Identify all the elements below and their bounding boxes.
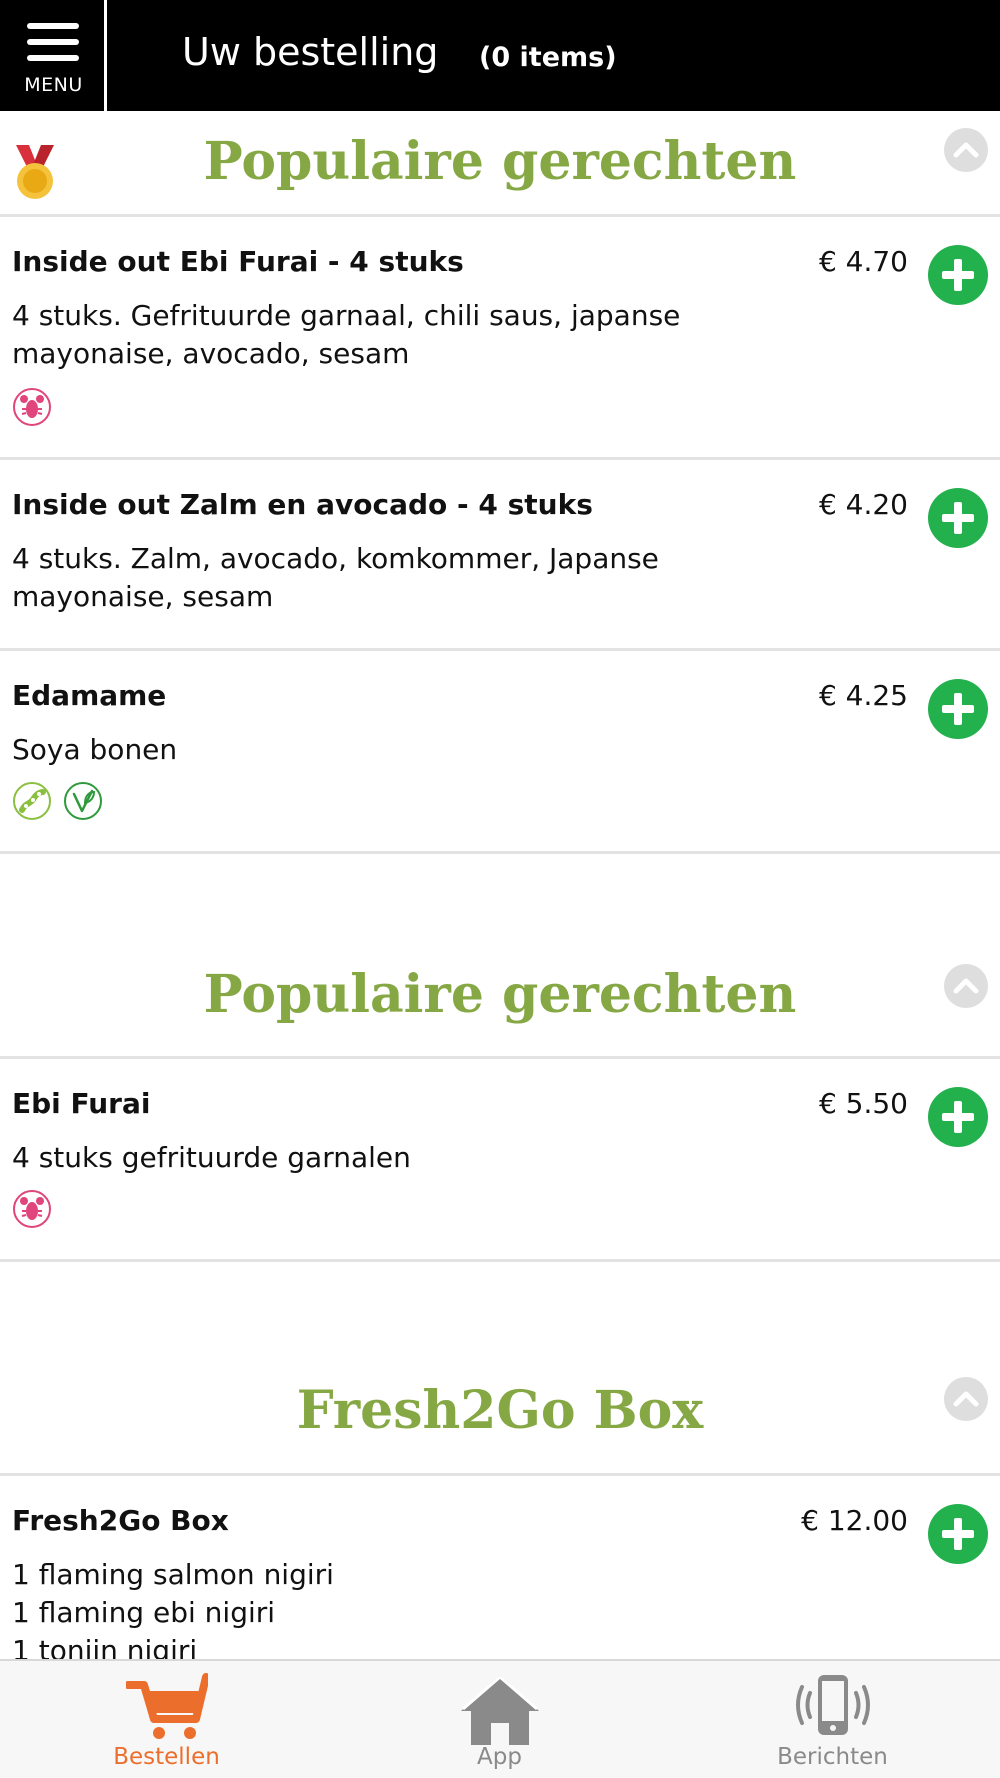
tab-label: Bestellen <box>113 1744 220 1770</box>
soy-icon <box>13 782 51 820</box>
tab-label: App <box>477 1744 522 1770</box>
add-to-cart-button[interactable] <box>928 1087 988 1147</box>
chevron-up-icon <box>953 1391 979 1407</box>
vegan-icon <box>64 782 103 820</box>
item-price: € 4.70 <box>818 245 908 278</box>
tab-bestellen[interactable]: Bestellen <box>0 1661 333 1778</box>
item-price: € 5.50 <box>818 1087 908 1120</box>
menu-item: Inside out Zalm en avocado - 4 stuks € 4… <box>0 460 1000 651</box>
menu-list[interactable]: Populaire gerechten Inside out Ebi Furai… <box>0 111 1000 1659</box>
top-bar: MENU Uw bestelling (0 items) <box>0 0 1000 111</box>
item-price: € 12.00 <box>801 1504 908 1537</box>
item-name: Ebi Furai <box>12 1087 151 1120</box>
add-to-cart-button[interactable] <box>928 679 988 739</box>
item-description: 1 flaming salmon nigiri 1 flaming ebi ni… <box>12 1556 712 1659</box>
item-description-line: 1 flaming ebi nigiri <box>12 1596 276 1629</box>
item-description: 4 stuks gefrituurde garnalen <box>12 1141 411 1174</box>
bottom-tab-bar: Bestellen App Berichten <box>0 1659 1000 1778</box>
menu-item: Inside out Ebi Furai - 4 stuks € 4.70 4 … <box>0 217 1000 460</box>
item-name: Inside out Ebi Furai - 4 stuks <box>12 245 464 278</box>
item-description-line: 1 tonijn nigiri <box>12 1634 198 1659</box>
collapse-section-button[interactable] <box>944 1377 988 1421</box>
menu-item: Ebi Furai € 5.50 4 stuks gefrituurde gar… <box>0 1059 1000 1262</box>
menu-button[interactable]: MENU <box>0 0 107 111</box>
menu-item: Edamame € 4.25 Soya bonen <box>0 651 1000 854</box>
item-price: € 4.25 <box>818 679 908 712</box>
item-description-line: 1 flaming salmon nigiri <box>12 1558 334 1591</box>
item-name: Inside out Zalm en avocado - 4 stuks <box>12 488 593 521</box>
section-header-fresh2go: Fresh2Go Box <box>0 1262 1000 1476</box>
cart-icon <box>126 1673 208 1739</box>
item-description: 4 stuks. Gefrituurde garnaal, chili saus… <box>12 299 681 370</box>
chevron-up-icon <box>953 142 979 158</box>
item-name: Edamame <box>12 679 167 712</box>
item-name: Fresh2Go Box <box>12 1504 229 1537</box>
section-title: Populaire gerechten <box>203 131 797 192</box>
tab-app[interactable]: App <box>333 1661 666 1778</box>
add-to-cart-button[interactable] <box>928 245 988 305</box>
section-title: Populaire gerechten <box>203 964 797 1025</box>
cart-item-count: (0 items) <box>479 42 617 73</box>
hamburger-icon <box>27 23 79 61</box>
tab-label: Berichten <box>777 1744 888 1770</box>
chevron-up-icon <box>953 978 979 994</box>
menu-item: Fresh2Go Box € 12.00 1 flaming salmon ni… <box>0 1476 1000 1659</box>
tab-berichten[interactable]: Berichten <box>666 1661 999 1778</box>
collapse-section-button[interactable] <box>944 128 988 172</box>
item-description: 4 stuks. Zalm, avocado, komkommer, Japan… <box>12 542 659 613</box>
section-title: Fresh2Go Box <box>296 1380 704 1441</box>
page-title: Uw bestelling <box>182 30 439 74</box>
shellfish-icon <box>13 1190 51 1228</box>
menu-label: MENU <box>24 74 83 96</box>
phone-vibrate-icon <box>796 1675 870 1735</box>
item-price: € 4.20 <box>818 488 908 521</box>
shellfish-icon <box>13 388 51 426</box>
collapse-section-button[interactable] <box>944 964 988 1008</box>
home-icon <box>461 1675 539 1745</box>
add-to-cart-button[interactable] <box>928 488 988 548</box>
item-description: Soya bonen <box>12 733 178 766</box>
add-to-cart-button[interactable] <box>928 1504 988 1564</box>
section-header-populaire-2: Populaire gerechten <box>0 854 1000 1059</box>
section-header-populaire: Populaire gerechten <box>0 111 1000 217</box>
